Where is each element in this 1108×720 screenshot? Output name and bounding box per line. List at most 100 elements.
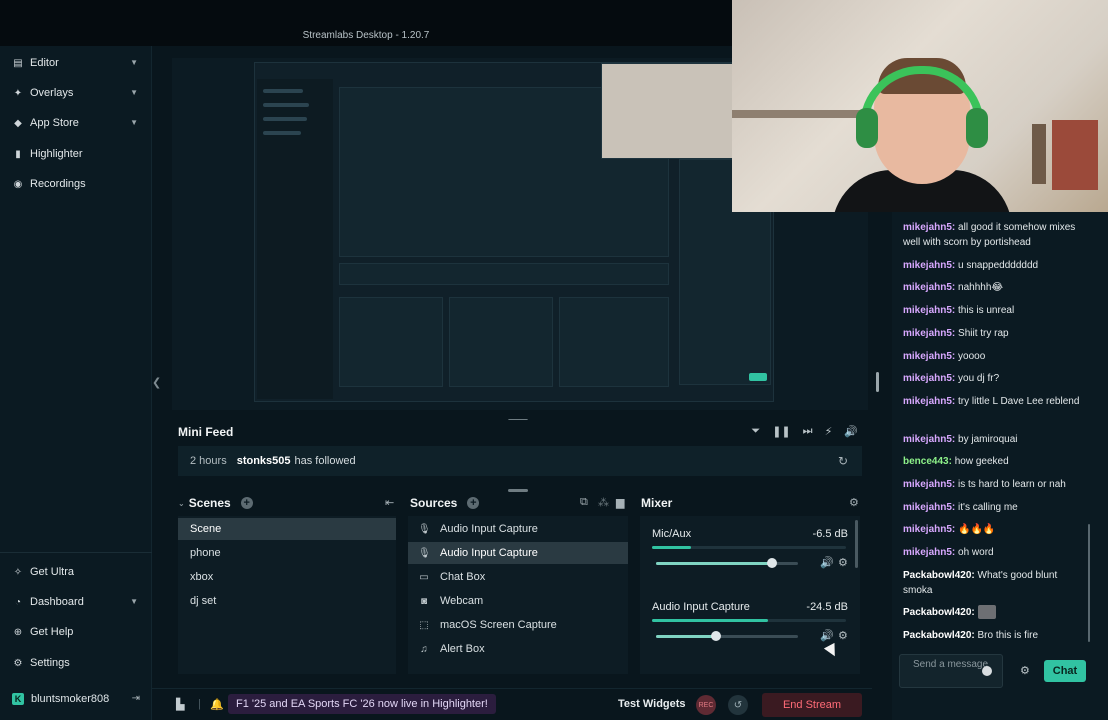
feed-event[interactable]: 2 hours stonks505 has followed ↻ xyxy=(178,446,862,476)
camera-icon: ◙ xyxy=(420,595,428,607)
chat-message: mikejahn5: Shiit try rap xyxy=(903,326,1083,341)
sidebar-item-recordings[interactable]: ◉ Recordings xyxy=(0,171,152,197)
chat-username[interactable]: mikejahn5: xyxy=(903,282,955,293)
mute-alerts-icon[interactable]: ⚡ xyxy=(825,425,833,438)
folder-icon[interactable]: ▆ xyxy=(616,496,624,509)
nested-minifeed xyxy=(339,263,669,285)
source-filters-icon[interactable]: ⁂ xyxy=(598,496,609,509)
chevron-down-icon[interactable]: ▼ xyxy=(130,88,138,97)
pause-icon[interactable]: ❚❚ xyxy=(772,425,790,438)
preview-scrollbar[interactable] xyxy=(876,372,879,392)
notification-icon[interactable]: 🔔 xyxy=(210,698,224,711)
test-widgets-button[interactable]: Test Widgets xyxy=(618,698,686,710)
volume-icon[interactable]: 🔊 xyxy=(844,425,858,438)
chat-settings-icon[interactable]: ⚙ xyxy=(1020,664,1030,677)
user-profile[interactable]: K bluntsmoker808 ⇥ xyxy=(0,686,152,712)
chat-message: mikejahn5: this is unreal xyxy=(903,303,1083,318)
scene-item[interactable]: dj set xyxy=(178,590,396,612)
logout-icon[interactable]: ⇥ xyxy=(132,693,140,704)
chat-scrollbar[interactable] xyxy=(1088,524,1090,642)
scene-transition-icon[interactable]: ⇤ xyxy=(385,496,394,509)
mixer-settings-icon[interactable]: ⚙ xyxy=(849,496,859,509)
chat-username[interactable]: mikejahn5: xyxy=(903,328,955,339)
source-group-icon[interactable]: ⧉ xyxy=(580,496,588,509)
mixer-title: Mixer xyxy=(641,496,673,510)
volume-slider-knob[interactable] xyxy=(767,558,778,568)
chevron-down-icon[interactable]: ▼ xyxy=(130,597,138,606)
source-label: Webcam xyxy=(440,595,484,607)
chat-text: by jamiroquai xyxy=(958,434,1018,445)
replay-buffer-button[interactable]: ↺ xyxy=(728,695,748,715)
speaker-icon[interactable]: 🔊 xyxy=(820,629,834,642)
chat-username[interactable]: mikejahn5: xyxy=(903,396,955,407)
resize-handle[interactable] xyxy=(508,489,528,492)
chat-username[interactable]: mikejahn5: xyxy=(903,373,955,384)
chat-text: oh word xyxy=(958,547,994,558)
chat-username[interactable]: Packabowl420: xyxy=(903,607,975,618)
sidebar-item-dashboard[interactable]: ◔ Dashboard ▼ xyxy=(0,589,152,615)
scene-item[interactable]: phone xyxy=(178,542,396,564)
sidebar-item-overlays[interactable]: ✦ Overlays ▼ xyxy=(0,80,152,106)
collapse-left-icon[interactable]: ❮ xyxy=(152,376,161,389)
source-label: macOS Screen Capture xyxy=(440,619,557,631)
source-item[interactable]: 🎙 Audio Input Capture xyxy=(408,518,628,540)
chat-username[interactable]: mikejahn5: xyxy=(903,434,955,445)
performance-icon[interactable]: ▙ xyxy=(176,698,184,711)
chat-text: nahhhh😂 xyxy=(958,282,1004,293)
chat-username[interactable]: mikejahn5: xyxy=(903,547,955,558)
mini-feed: Mini Feed ⏷ ❚❚ ⏭ ⚡ 🔊 2 hours stonks505 h… xyxy=(172,420,868,484)
source-item[interactable]: 🎙 Audio Input Capture xyxy=(408,542,628,564)
scene-item[interactable]: xbox xyxy=(178,566,396,588)
chat-send-button[interactable]: Chat xyxy=(1044,660,1086,682)
chevron-down-icon[interactable]: ▼ xyxy=(130,58,138,67)
chat-username[interactable]: bence443: xyxy=(903,456,952,467)
chat-username[interactable]: mikejahn5: xyxy=(903,222,955,233)
emoji-icon[interactable] xyxy=(982,666,992,676)
chat-panel: mikejahn5: all good it somehow mixes wel… xyxy=(892,212,1108,720)
volume-slider-knob[interactable] xyxy=(710,631,721,641)
sidebar-item-app-store[interactable]: ◆ App Store ▼ xyxy=(0,110,152,136)
volume-slider[interactable] xyxy=(656,558,798,568)
gear-icon[interactable]: ⚙ xyxy=(838,556,848,569)
sidebar-item-get-ultra[interactable]: ✧ Get Ultra xyxy=(0,559,152,585)
chat-username[interactable]: mikejahn5: xyxy=(903,479,955,490)
chat-message: mikejahn5: it's calling me xyxy=(903,500,1083,515)
chat-message: mikejahn5: oh word xyxy=(903,545,1083,560)
source-item[interactable]: ♫ Alert Box xyxy=(408,638,628,660)
source-item[interactable]: ⬚ macOS Screen Capture xyxy=(408,614,628,636)
chat-text: it's calling me xyxy=(958,502,1018,513)
record-button[interactable]: REC xyxy=(696,695,716,715)
chat-username[interactable]: Packabowl420: xyxy=(903,630,975,641)
skip-icon[interactable]: ⏭ xyxy=(803,425,813,438)
gear-icon[interactable]: ⚙ xyxy=(838,629,848,642)
emote-icon xyxy=(977,605,996,620)
end-stream-button[interactable]: End Stream xyxy=(762,693,862,717)
chat-username[interactable]: mikejahn5: xyxy=(903,351,955,362)
sidebar-item-get-help[interactable]: ⊕ Get Help xyxy=(0,619,152,645)
chat-username[interactable]: Packabowl420: xyxy=(903,570,975,581)
highlighter-ticker[interactable]: F1 '25 and EA Sports FC '26 now live in … xyxy=(228,694,496,714)
add-scene-icon[interactable]: + xyxy=(240,497,253,509)
source-item[interactable]: ◙ Webcam xyxy=(408,590,628,612)
chat-message: bence443: how geeked xyxy=(903,454,1083,469)
chat-message: mikejahn5: all good it somehow mixes wel… xyxy=(903,220,1083,250)
chat-message: mikejahn5: u snappeddddddd xyxy=(903,258,1083,273)
volume-slider[interactable] xyxy=(656,631,798,641)
window-title: Streamlabs Desktop - 1.20.7 xyxy=(302,30,430,41)
sidebar-item-editor[interactable]: ▤ Editor ▼ xyxy=(0,50,152,76)
speaker-icon[interactable]: 🔊 xyxy=(820,556,834,569)
sidebar-item-settings[interactable]: ⚙ Settings xyxy=(0,650,152,676)
chat-username[interactable]: mikejahn5: xyxy=(903,260,955,271)
replay-icon: ↺ xyxy=(733,699,743,711)
chevron-down-icon[interactable]: ▼ xyxy=(130,118,138,127)
replay-icon[interactable]: ↻ xyxy=(838,454,848,468)
chat-username[interactable]: mikejahn5: xyxy=(903,305,955,316)
chat-username[interactable]: mikejahn5: xyxy=(903,524,955,535)
sidebar-item-highlighter[interactable]: ▮ Highlighter xyxy=(0,141,152,167)
collapse-icon[interactable]: ⌄ xyxy=(178,499,185,508)
scene-item[interactable]: Scene xyxy=(178,518,396,540)
chat-username[interactable]: mikejahn5: xyxy=(903,502,955,513)
source-item[interactable]: ▭ Chat Box xyxy=(408,566,628,588)
add-source-icon[interactable]: + xyxy=(467,497,480,509)
filter-icon[interactable]: ⏷ xyxy=(751,425,760,438)
